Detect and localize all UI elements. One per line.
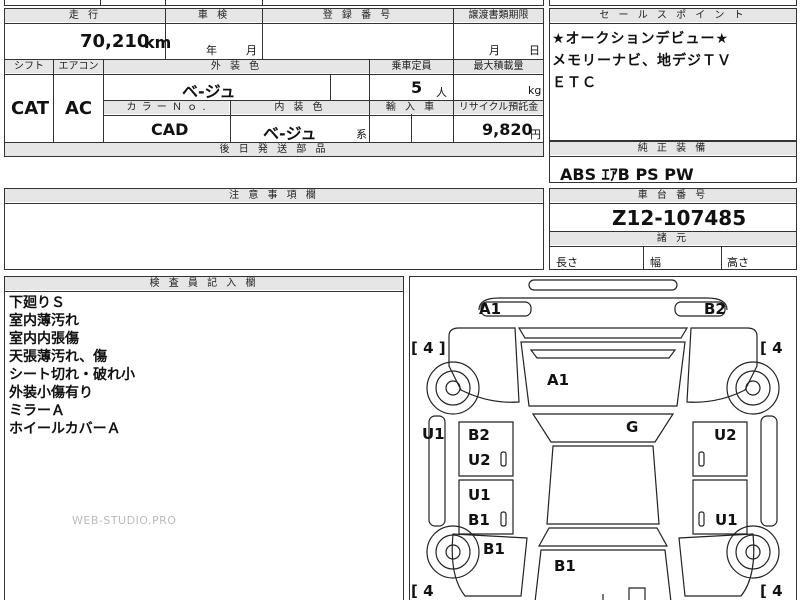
exterior-color-value: ベ-ジュ: [182, 82, 236, 101]
equipment-label: 純 正 装 備: [550, 142, 796, 155]
inspector-note: 下廻りＳ: [9, 295, 65, 311]
transfer-month: 月: [489, 44, 500, 57]
equipment-value: ABS ｴｱB PS PW: [560, 165, 694, 184]
mileage-unit: km: [144, 33, 172, 52]
chassis-value: Z12-107485: [612, 206, 747, 230]
transfer-day: 日: [529, 44, 540, 57]
sales-point-line: ★オークションデビュー★: [552, 31, 730, 47]
capacity-value: 5: [411, 78, 423, 97]
transfer-label: 譲渡書類期限: [454, 9, 543, 22]
damage-mark-g-windshield: G: [626, 418, 639, 436]
inspector-note: 外装小傷有り: [9, 385, 93, 401]
mileage-value: 70,210: [80, 31, 150, 52]
tread-rear-left: [ 4: [411, 582, 434, 600]
registration-label: 登 録 番 号: [263, 9, 453, 22]
damage-mark-u1-left-side: U1: [422, 425, 445, 443]
capacity-unit: 人: [436, 86, 447, 99]
inspector-note: 天張薄汚れ、傷: [9, 349, 108, 365]
sales-points-label: セ ー ル ス ポ イ ン ト: [550, 9, 796, 22]
dimension-height: 高さ: [727, 256, 749, 269]
damage-mark-b1-rear-left: B1: [483, 540, 505, 558]
recycle-unit: 円: [530, 128, 541, 141]
later-parts-label: 後 日 発 送 部 品: [5, 143, 543, 156]
top-cut-right: [549, 0, 797, 6]
inspection-label: 車 検: [166, 9, 262, 22]
inspector-label: 検 査 員 記 入 欄: [5, 277, 403, 290]
damage-mark-u1-left-rear-door: U1: [468, 486, 491, 504]
damage-mark-a1-hood: A1: [547, 371, 570, 389]
dimension-length: 長さ: [556, 256, 578, 269]
interior-color-suffix: 系: [356, 128, 367, 141]
top-cut-strip: [4, 0, 544, 6]
damage-mark-b1-rear: B1: [554, 557, 576, 575]
inspector-note: ホイールカバーＡ: [9, 421, 121, 437]
inspection-year: 年: [206, 44, 217, 57]
chassis-label: 車 台 番 号: [550, 189, 796, 202]
ac-label: エアコン: [54, 60, 103, 73]
recycle-label: リサイクル預託金: [454, 101, 543, 114]
max-load-label: 最大積載量: [454, 60, 543, 73]
ac-value: AC: [65, 98, 93, 119]
damage-mark-u2-right-side: U2: [714, 426, 737, 444]
import-label: 輸 入 車: [370, 101, 453, 114]
caution-label: 注 意 事 項 欄: [5, 189, 543, 202]
recycle-value: 9,820: [482, 120, 533, 139]
tread-front-left: [ 4 ]: [411, 339, 446, 357]
inspection-month: 月: [246, 44, 257, 57]
sales-point-line: メモリーナビ、地デジＴＶ: [552, 53, 732, 69]
shift-label: シフト: [5, 60, 53, 73]
damage-mark-b1-left-rear-door: B1: [468, 511, 490, 529]
color-no-value: CAD: [151, 120, 189, 139]
sales-point-line: ＥＴＣ: [552, 75, 597, 91]
mileage-label: 走 行: [5, 9, 165, 22]
damage-mark-u1-right-rear-door: U1: [715, 511, 738, 529]
damage-mark-b2-left-front-door: B2: [468, 426, 490, 444]
inspector-note: ミラーＡ: [9, 403, 65, 419]
watermark: WEB-STUDIO.PRO: [72, 514, 177, 527]
interior-color-label: 内 装 色: [231, 101, 369, 114]
inspector-note: 室内薄汚れ: [9, 313, 79, 329]
capacity-label: 乗車定員: [370, 60, 453, 73]
color-no-label: カ ラ ー Ｎ ｏ .: [104, 101, 229, 114]
dimensions-label: 諸 元: [550, 232, 796, 245]
tread-front-right: [ 4: [760, 339, 783, 357]
interior-color-value: ベ-ジュ: [263, 124, 317, 143]
max-load-unit: kg: [528, 84, 542, 97]
damage-mark-b2-front-right: B2: [704, 300, 726, 318]
tread-rear-right: [ 4: [760, 582, 783, 600]
damage-mark-u2-left-front-door: U2: [468, 451, 491, 469]
shift-value: CAT: [11, 98, 50, 119]
inspector-note: シート切れ・破れ小: [9, 367, 135, 383]
damage-mark-a1-front-left: A1: [479, 300, 502, 318]
inspector-note: 室内内張傷: [9, 331, 79, 347]
dimension-width: 幅: [650, 256, 661, 269]
exterior-color-label: 外 装 色: [104, 60, 369, 73]
